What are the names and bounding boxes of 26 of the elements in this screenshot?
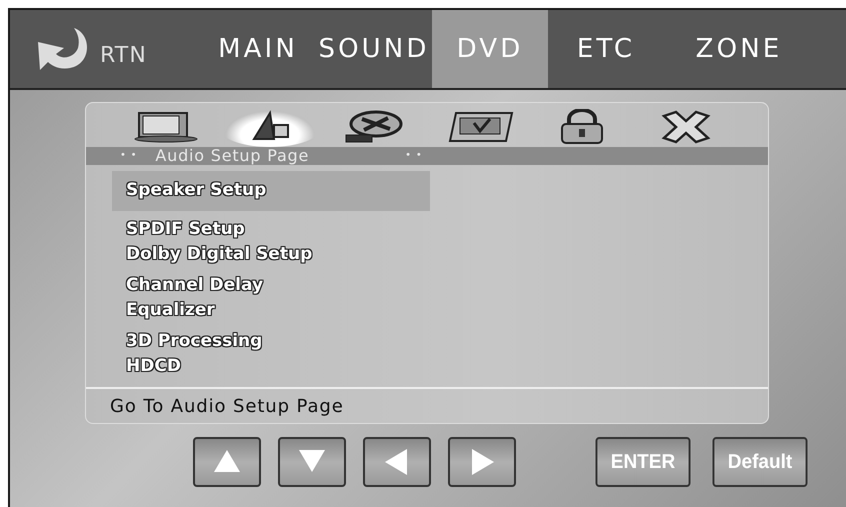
remote-button[interactable]: ENTER [596,437,690,487]
menu-item[interactable]: Dolby Digital Setup [112,242,412,267]
title-dots: • • [405,151,423,161]
film-reel-icon [344,109,404,145]
menu-item[interactable]: Speaker Setup [112,171,430,211]
menu-item[interactable]: SPDIF Setup [112,217,412,242]
arrow-button[interactable] [278,437,346,487]
return-button[interactable]: RTN [10,10,200,88]
menu-tab[interactable]: ZONE [664,10,814,88]
status-text: Go To Audio Setup Page [109,394,345,418]
menu-item[interactable]: Channel Delay [112,273,412,298]
monitor-icon [133,111,199,143]
menu-item[interactable]: HDCD [112,354,412,379]
title-dots: • • [120,151,138,161]
menu-item[interactable]: 3D Processing [112,329,412,354]
menu-tab[interactable]: ETC [548,10,664,88]
close-icon [660,110,712,144]
menu-tab[interactable]: SOUND [316,10,432,88]
menu-tab[interactable]: MAIN [200,10,316,88]
menu-item[interactable]: Equalizer [112,298,412,323]
arrow-button[interactable] [363,437,431,487]
remote-button[interactable]: Default [712,437,808,487]
arrow-button[interactable] [193,437,261,487]
page-title: Audio Setup Page [155,148,310,164]
menu-tab[interactable]: DVD [432,10,548,88]
arrow-button[interactable] [448,437,516,487]
